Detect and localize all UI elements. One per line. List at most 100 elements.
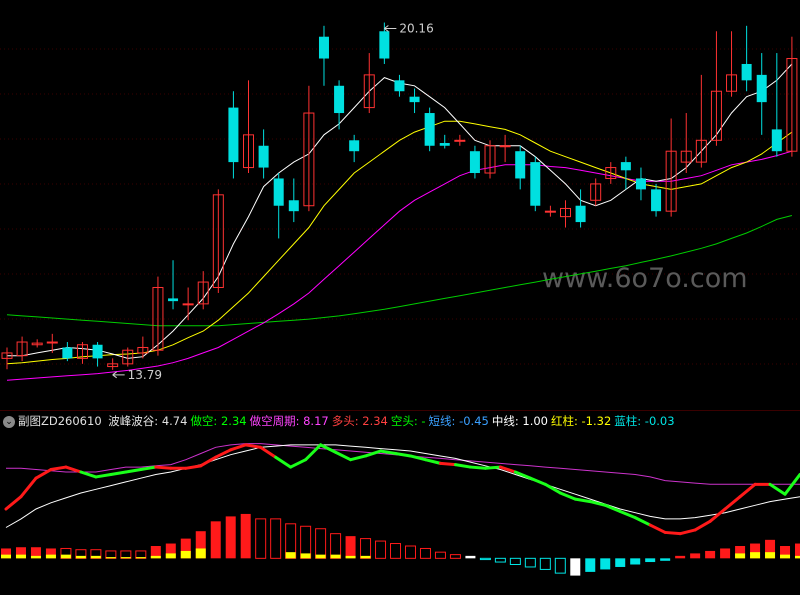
candle-body <box>409 96 420 103</box>
histogram-bar <box>404 545 416 559</box>
mid-line <box>5 444 800 528</box>
histogram-bar <box>360 538 372 559</box>
histogram-bar <box>240 513 251 559</box>
candle-body <box>334 85 345 114</box>
indicator-fields: 波峰波谷: 4.74 做空: 2.34 做空周期: 8.17 多头: 2.34 空头: … <box>108 414 677 428</box>
histogram-bar <box>449 554 461 559</box>
peak-line-segment <box>438 461 457 467</box>
peak-line-segment <box>154 465 173 470</box>
yellow-bar <box>165 553 176 559</box>
histogram-bar <box>600 558 611 570</box>
histogram-bar <box>270 518 282 559</box>
candle-body <box>454 139 466 142</box>
peak-line-segment <box>139 465 158 472</box>
peak-line-segment <box>423 458 442 465</box>
histogram-bar <box>330 533 342 559</box>
peak-line-segment <box>199 455 218 468</box>
watermark-text: www.6o7o.com <box>542 263 748 294</box>
indicator-field-0: 波峰波谷: 4.74 <box>108 414 188 428</box>
peak-line-segment <box>64 465 83 474</box>
indicator-field-1: 做空: 2.34 <box>190 414 247 428</box>
candle-body <box>544 210 556 213</box>
yellow-bar <box>345 555 356 559</box>
peak-line-segment <box>588 500 607 507</box>
candlestick-chart: www.6o7o.com 20.16 13.79 <box>0 22 800 382</box>
yellow-bar <box>315 554 326 559</box>
histogram-bar <box>524 557 536 568</box>
indicator-field-4: 空头: - <box>390 414 426 428</box>
indicator-field-8: 蓝柱: -0.03 <box>614 414 675 428</box>
histogram-bar <box>255 518 267 559</box>
candle-body <box>469 151 480 174</box>
histogram-bar <box>675 555 686 559</box>
high-price-label: 20.16 <box>399 22 433 36</box>
peak-line-segment <box>124 468 143 474</box>
indicator-title: 副图ZD260610 <box>18 414 102 428</box>
histogram-bar <box>345 536 356 559</box>
candle-body <box>182 303 194 306</box>
yellow-bar <box>285 552 296 559</box>
indicator-field-6: 中线: 1.00 <box>491 414 548 428</box>
peak-line-segment <box>573 497 592 504</box>
candle-body <box>515 151 526 179</box>
yellow-bar <box>300 553 311 559</box>
histogram-bar <box>630 558 641 565</box>
peak-line-segment <box>34 468 53 480</box>
candle-body <box>273 178 284 206</box>
peak-line-segment <box>184 464 203 470</box>
yellow-bar <box>105 557 116 559</box>
peak-line-segment <box>49 465 68 472</box>
histogram-bar <box>225 516 236 559</box>
peak-line-segment <box>289 458 308 469</box>
low-arrow-icon <box>112 371 125 379</box>
candle-body <box>439 143 450 146</box>
peak-line-segment <box>723 495 742 511</box>
candle-body <box>168 298 179 302</box>
candle-body <box>771 129 782 152</box>
peak-line-segment <box>633 516 652 527</box>
peak-line-segment <box>468 465 487 470</box>
yellow-bar <box>195 548 206 559</box>
indicator-chart <box>1 443 800 576</box>
histogram-bar <box>539 557 551 570</box>
peak-line-segment <box>4 495 23 511</box>
candle-body <box>651 189 662 212</box>
histogram-bar <box>494 557 506 563</box>
peak-line-segment <box>648 523 667 534</box>
peak-line-segment <box>109 470 128 476</box>
yellow-bar <box>90 555 101 559</box>
peak-line-segment <box>738 482 757 499</box>
peak-line-segment <box>79 470 98 479</box>
yellow-bar <box>150 555 161 559</box>
peak-line-segment <box>498 465 517 474</box>
peak-line-segment <box>663 530 682 536</box>
candle-body <box>530 162 541 206</box>
candle-body <box>258 145 269 168</box>
yellow-bar <box>1 554 11 559</box>
histogram-bar <box>315 528 327 559</box>
peak-line-segment <box>678 528 697 536</box>
peak-line-segment <box>229 443 248 452</box>
peak-line-segment <box>259 445 278 459</box>
peak-line-segment <box>528 476 547 486</box>
histogram-bar <box>390 543 402 559</box>
high-arrow-icon <box>384 25 397 32</box>
peak-line-segment <box>768 482 787 496</box>
candle-body <box>741 63 752 81</box>
yellow-bar <box>45 554 56 559</box>
indicator-field-5: 短线: -0.45 <box>428 414 489 428</box>
candle-body <box>499 145 511 148</box>
short-cycle-line <box>6 443 800 485</box>
peak-line-segment <box>453 463 472 469</box>
candle-body <box>635 178 646 190</box>
indicator-field-2: 做空周期: 8.17 <box>249 414 329 428</box>
histogram-bar <box>690 553 701 559</box>
candle-body <box>46 341 58 344</box>
histogram-bar <box>720 548 731 559</box>
candle-body <box>379 31 390 59</box>
collapse-toggle-icon[interactable]: ⌄ <box>3 415 15 428</box>
peak-line-segment <box>274 455 293 469</box>
peak-line-segment <box>394 452 412 458</box>
histogram-bar <box>585 558 596 572</box>
peak-line-segment <box>244 443 263 449</box>
